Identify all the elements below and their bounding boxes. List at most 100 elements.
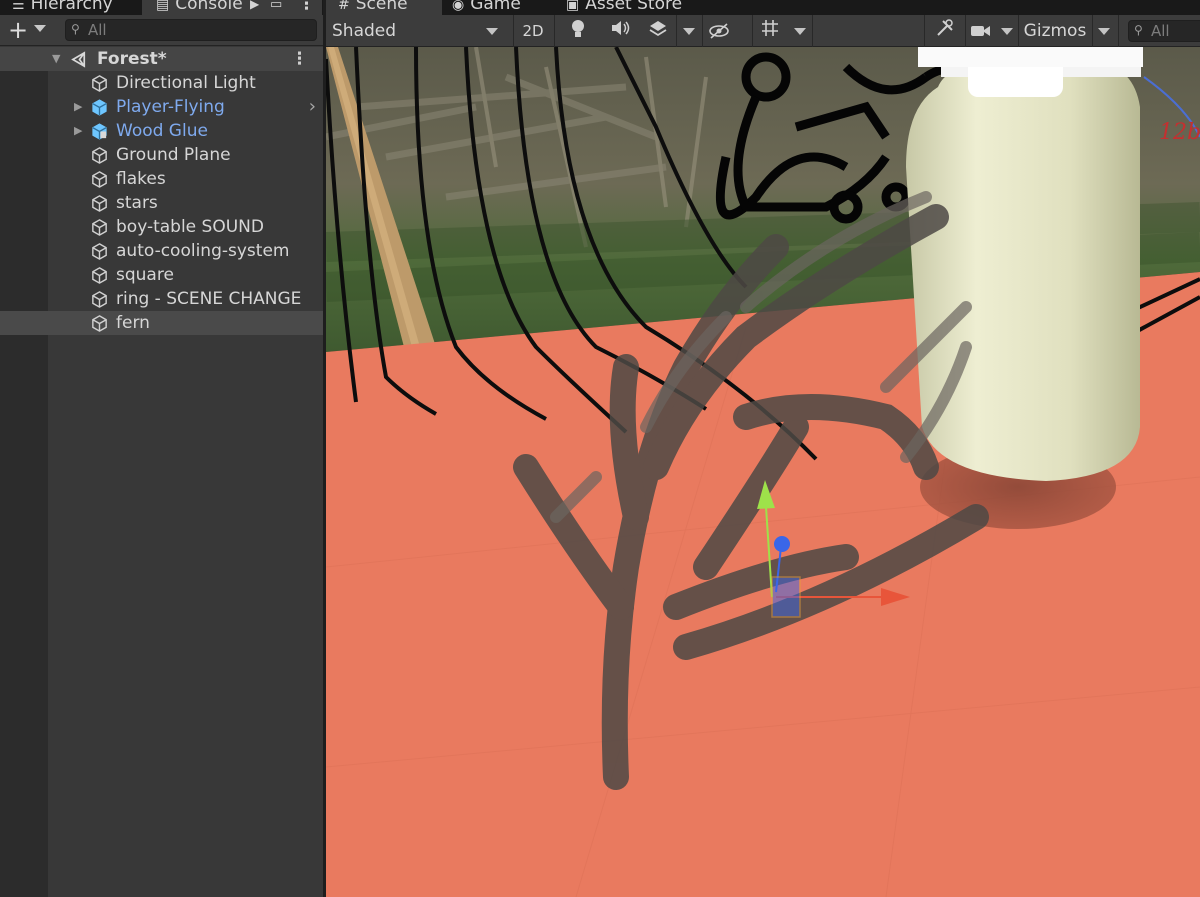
tab-asset-store[interactable]: ▣ Asset Store [566, 0, 682, 15]
tab-menu-icon[interactable]: ⋮ [298, 0, 315, 15]
effects-dropdown-icon[interactable] [681, 18, 697, 44]
hierarchy-item[interactable]: stars [0, 191, 324, 215]
hierarchy-item-label: boy-table SOUND [116, 217, 264, 237]
gizmos-dropdown-icon[interactable] [1096, 18, 1112, 44]
chevron-down-icon [486, 28, 498, 35]
scene-menu-icon[interactable]: ⋮ [291, 47, 308, 71]
prefab-variant-cube-icon [92, 123, 107, 140]
eye-slash-icon [708, 21, 730, 41]
foldout-arrow-icon[interactable]: ▶ [74, 119, 82, 143]
hierarchy-panel: ☰Hierarchy ▤Console ▶ ▭ ⋮ + ⚲ ▼ Forest* … [0, 0, 324, 897]
toolbar-divider [1018, 15, 1019, 47]
grid-toggle-icon[interactable] [758, 18, 782, 44]
hierarchy-item[interactable]: auto-cooling-system [0, 239, 324, 263]
hierarchy-item[interactable]: Ground Plane [0, 143, 324, 167]
hash-icon: # [338, 0, 350, 13]
gameobject-cube-icon [92, 219, 107, 236]
toolbar-divider [752, 15, 753, 47]
foldout-arrow-icon[interactable]: ▼ [52, 47, 60, 71]
gizmos-button[interactable]: Gizmos [1022, 18, 1088, 44]
hierarchy-item-label: square [116, 265, 174, 285]
gameobject-cube-icon [92, 267, 107, 284]
unity-logo-icon [71, 51, 86, 68]
hidden-objects-toggle[interactable]: 0 [708, 18, 748, 67]
toolbar-divider [965, 15, 966, 47]
hierarchy-item-label: stars [116, 193, 158, 213]
hierarchy-item[interactable]: flakes [0, 167, 324, 191]
scene-text-12b: 12b [1159, 120, 1200, 145]
bottle-body [906, 61, 1140, 481]
hierarchy-item-label: Player-Flying [116, 97, 225, 117]
scene-row[interactable]: ▼ Forest* ⋮ [0, 47, 324, 71]
chevron-down-icon [1001, 27, 1014, 35]
hierarchy-item-label: Ground Plane [116, 145, 231, 165]
hierarchy-tabbar: ☰ Hierarchy ▤ Console ▶ ▭ ⋮ [0, 0, 324, 15]
lighting-toggle-icon[interactable] [566, 18, 590, 44]
draw-mode-dropdown[interactable]: Shaded [332, 18, 502, 44]
hierarchy-toolbar: + ⚲ [0, 15, 324, 46]
hierarchy-item[interactable]: Directional Light [0, 71, 324, 95]
hierarchy-item-label: Wood Glue [116, 121, 208, 141]
grid-dropdown-icon[interactable] [792, 18, 808, 44]
toolbar-divider [924, 15, 925, 47]
tab-scene[interactable]: # Scene [326, 0, 442, 15]
scene-search-input[interactable] [1151, 22, 1200, 40]
gameobject-cube-icon [92, 243, 107, 260]
camera-settings-dropdown[interactable] [970, 18, 1016, 44]
toolbar-divider [676, 15, 677, 47]
add-dropdown-caret-icon[interactable] [34, 25, 46, 32]
bag-icon: ▣ [566, 0, 580, 13]
play-arrow-icon[interactable]: ▶ [250, 0, 259, 15]
list-icon: ☰ [12, 0, 25, 13]
gameobject-cube-icon [92, 171, 107, 188]
hierarchy-search[interactable]: ⚲ [65, 19, 317, 41]
scene-render[interactable]: 12b [326, 47, 1200, 897]
scene-viewport[interactable]: 12b [326, 47, 1200, 897]
tab-console[interactable]: ▤ Console ▶ ▭ ⋮ [142, 0, 322, 15]
hierarchy-search-input[interactable] [88, 21, 312, 39]
hierarchy-item-label: auto-cooling-system [116, 241, 290, 261]
hierarchy-list: ▼ Forest* ⋮ Directional Light ▶ Player-F… [0, 47, 324, 335]
prefab-cube-icon [92, 99, 107, 116]
gamepad-icon: ◉ [452, 0, 465, 13]
tab-hierarchy[interactable]: ☰ Hierarchy [12, 0, 113, 15]
gameobject-cube-icon [92, 75, 107, 92]
toolbar-divider [812, 15, 813, 47]
scene-search[interactable]: ⚲ [1128, 20, 1200, 42]
lock-icon[interactable]: ▭ [270, 0, 282, 15]
scene-toolbar: Shaded 2D 0 [326, 15, 1200, 67]
tab-game[interactable]: ◉ Game [452, 0, 521, 15]
search-icon: ⚲ [71, 22, 80, 36]
gizmo-center-handle[interactable] [771, 576, 801, 618]
toolbar-divider [513, 15, 514, 47]
hierarchy-item-label: fern [116, 313, 150, 333]
hierarchy-item[interactable]: square [0, 263, 324, 287]
gameobject-cube-icon [92, 195, 107, 212]
console-icon: ▤ [156, 0, 170, 13]
scene-name: Forest* [97, 49, 167, 69]
hierarchy-item[interactable]: ring - SCENE CHANGE [0, 287, 324, 311]
add-button[interactable]: + [8, 18, 28, 42]
toggle-2d-button[interactable]: 2D [518, 18, 548, 44]
hierarchy-item-label: Directional Light [116, 73, 256, 93]
gameobject-cube-icon [92, 291, 107, 308]
hierarchy-item[interactable]: boy-table SOUND [0, 215, 324, 239]
toolbar-divider [1118, 15, 1119, 47]
scene-panel: # Scene ◉ Game ▣ Asset Store Shaded 2D G… [326, 0, 1200, 897]
hierarchy-item[interactable]: ▶ Wood Glue [0, 119, 324, 143]
gameobject-cube-icon [92, 315, 107, 332]
scene-tabbar: # Scene ◉ Game ▣ Asset Store [326, 0, 1200, 15]
tools-icon[interactable] [930, 18, 960, 44]
toolbar-divider [702, 15, 703, 47]
foldout-arrow-icon[interactable]: ▶ [74, 95, 82, 119]
effects-toggle-icon[interactable] [646, 18, 670, 44]
hierarchy-item-label: flakes [116, 169, 166, 189]
gizmo-z-handle-icon[interactable] [774, 536, 790, 552]
chevron-right-icon[interactable]: › [309, 95, 316, 119]
gameobject-cube-icon [92, 147, 107, 164]
hierarchy-item-selected[interactable]: fern [0, 311, 324, 335]
camera-icon [971, 26, 990, 36]
hierarchy-item[interactable]: ▶ Player-Flying › [0, 95, 324, 119]
audio-toggle-icon[interactable] [608, 18, 634, 44]
search-icon: ⚲ [1134, 23, 1143, 37]
